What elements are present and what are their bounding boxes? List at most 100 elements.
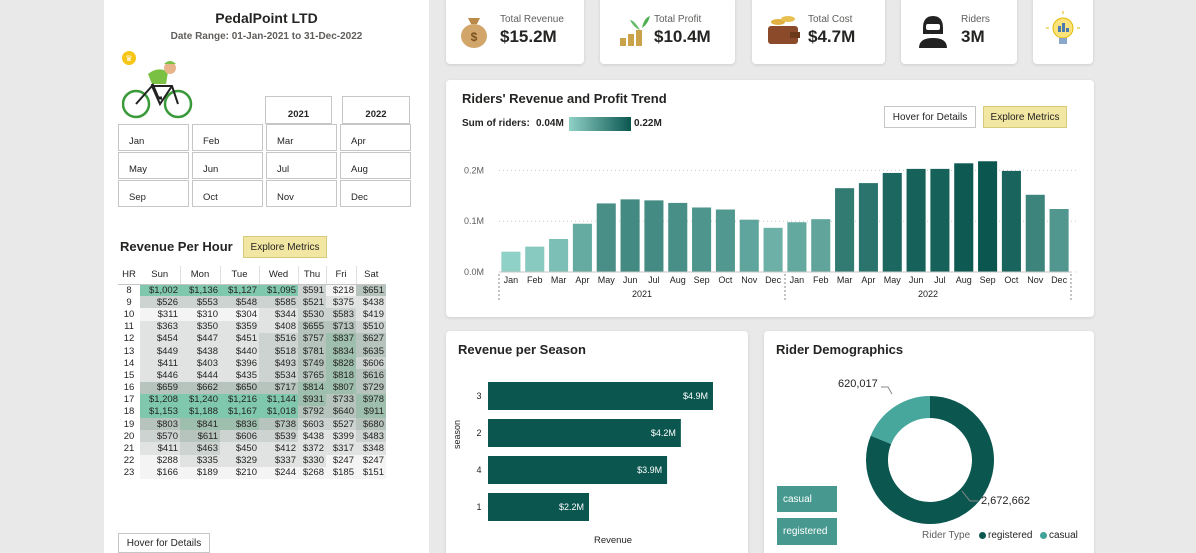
- casual-legend-label: casual: [1049, 530, 1078, 541]
- revenue-cell: $841: [180, 418, 220, 431]
- trend-bar: [739, 219, 759, 272]
- month-sep-button[interactable]: Sep: [118, 180, 189, 207]
- column-header: Sun: [140, 266, 181, 285]
- revenue-cell: $408: [259, 320, 298, 333]
- hour-cell: 12: [123, 333, 135, 345]
- hour-cell: 15: [123, 369, 135, 381]
- revenue-cell: $521: [298, 296, 326, 309]
- casual-slice: [870, 396, 931, 445]
- kpi-label: Total Profit: [654, 13, 702, 25]
- revenue-cell: $713: [326, 320, 356, 333]
- x-tick-label: Jul: [648, 275, 660, 285]
- revenue-cell: $978: [356, 393, 386, 406]
- month-nov-button[interactable]: Nov: [266, 180, 337, 207]
- year-2021-button[interactable]: 2021: [265, 96, 332, 124]
- hour-cell: 9: [126, 296, 132, 308]
- kpi-label: Total Cost: [808, 13, 853, 25]
- month-mar-button[interactable]: Mar: [266, 124, 337, 151]
- kpi-value: $4.7M: [808, 26, 856, 46]
- revenue-cell: $659: [140, 381, 180, 394]
- month-may-button[interactable]: May: [118, 152, 189, 179]
- month-jan-button[interactable]: Jan: [118, 124, 189, 151]
- revenue-cell: $359: [220, 320, 259, 333]
- revenue-cell: $438: [356, 296, 386, 309]
- table-row: 14 $411 $403 $396 $493 $749 $828 $606: [118, 357, 386, 370]
- revenue-cell: $606: [220, 430, 259, 443]
- cost-wallet-icon: [768, 16, 800, 44]
- revenue-cell: $781: [298, 344, 326, 358]
- x-tick-label: Jan: [504, 275, 519, 285]
- month-aug-button[interactable]: Aug: [340, 152, 411, 179]
- revenue-per-hour-table: HR Sun Mon Tue Wed Thu Fri Sat 8 $1,002 $1,136 $1,…: [118, 266, 386, 479]
- revenue-cell: $606: [356, 357, 386, 370]
- rider-type-legend-title: Rider Type: [922, 530, 971, 541]
- revenue-cell: $518: [259, 344, 298, 358]
- month-jun-button[interactable]: Jun: [192, 152, 263, 179]
- year-label-2021: 2021: [632, 289, 652, 299]
- month-dec-button[interactable]: Dec: [340, 180, 411, 207]
- revenue-cell: $350: [180, 320, 220, 333]
- money-bag-icon: $: [461, 18, 487, 48]
- casual-filter-button[interactable]: casual: [777, 486, 837, 512]
- rider-helmet-icon: [919, 16, 947, 48]
- revenue-cell: $372: [298, 442, 326, 455]
- revenue-cell: $330: [298, 454, 326, 467]
- revenue-cell: $1,240: [180, 393, 220, 406]
- table-row: 11 $363 $350 $359 $408 $655 $713 $510: [118, 320, 386, 333]
- revenue-cell: $1,208: [140, 393, 180, 406]
- revenue-cell: $363: [140, 320, 180, 333]
- trend-bar: [596, 203, 616, 272]
- revenue-cell: $151: [356, 466, 386, 479]
- x-tick-label: Feb: [813, 275, 829, 285]
- x-tick-label: Dec: [765, 275, 782, 285]
- season-chart-card: Revenue per Season $4.9M 3 $4.2M 2 $3.9M 4 $2.…: [446, 331, 748, 553]
- column-header: HR: [118, 266, 140, 285]
- revenue-per-hour-title: Revenue Per Hour: [120, 239, 233, 254]
- revenue-cell: $814: [298, 381, 326, 394]
- explore-metrics-button[interactable]: Explore Metrics: [243, 236, 327, 258]
- trend-bar: [835, 188, 855, 272]
- x-tick-label: Aug: [670, 275, 686, 285]
- revenue-cell: $344: [259, 308, 298, 321]
- revenue-cell: $463: [180, 442, 220, 455]
- registered-value-label: 2,672,662: [981, 495, 1030, 507]
- column-header: Sat: [356, 266, 386, 285]
- x-tick-label: Apr: [861, 275, 875, 285]
- kpi-value: $10.4M: [654, 26, 711, 46]
- month-apr-button[interactable]: Apr: [340, 124, 411, 151]
- revenue-cell: $818: [326, 369, 356, 382]
- trend-bar: [644, 200, 664, 272]
- x-tick-label: Jan: [790, 275, 805, 285]
- trend-bar: [692, 207, 712, 272]
- table-row: 17 $1,208 $1,240 $1,216 $1,144 $931 $733 $978: [118, 393, 386, 406]
- season-value-label: $4.9M: [683, 391, 708, 401]
- revenue-cell: $403: [180, 357, 220, 370]
- svg-text:$: $: [471, 30, 478, 44]
- year-2022-button[interactable]: 2022: [342, 96, 410, 124]
- revenue-cell: $335: [180, 454, 220, 467]
- month-jul-button[interactable]: Jul: [266, 152, 337, 179]
- revenue-cell: $651: [356, 284, 386, 297]
- insight-bulb-button[interactable]: [1033, 0, 1093, 64]
- registered-filter-button[interactable]: registered: [777, 518, 837, 545]
- hour-cell: 8: [126, 284, 132, 296]
- y-tick-label: 0.1M: [464, 216, 484, 226]
- trend-bar: [1025, 194, 1045, 272]
- revenue-cell: $527: [326, 418, 356, 431]
- revenue-cell: $493: [259, 357, 298, 370]
- column-header: Fri: [326, 266, 357, 285]
- x-tick-label: Feb: [527, 275, 543, 285]
- trend-bar: [906, 168, 926, 272]
- revenue-cell: $1,216: [220, 393, 259, 406]
- revenue-cell: $539: [259, 430, 298, 443]
- month-oct-button[interactable]: Oct: [192, 180, 263, 207]
- casual-legend-dot-icon: [1040, 532, 1047, 539]
- trend-bar: [620, 199, 640, 272]
- x-tick-label: Aug: [956, 275, 972, 285]
- revenue-cell: $655: [298, 320, 326, 333]
- kpi-total-cost: Total Cost $4.7M: [752, 0, 885, 64]
- column-header: Mon: [180, 266, 221, 285]
- hover-for-details-button[interactable]: Hover for Details: [118, 533, 210, 553]
- kpi-label: Total Revenue: [500, 13, 564, 25]
- month-feb-button[interactable]: Feb: [192, 124, 263, 151]
